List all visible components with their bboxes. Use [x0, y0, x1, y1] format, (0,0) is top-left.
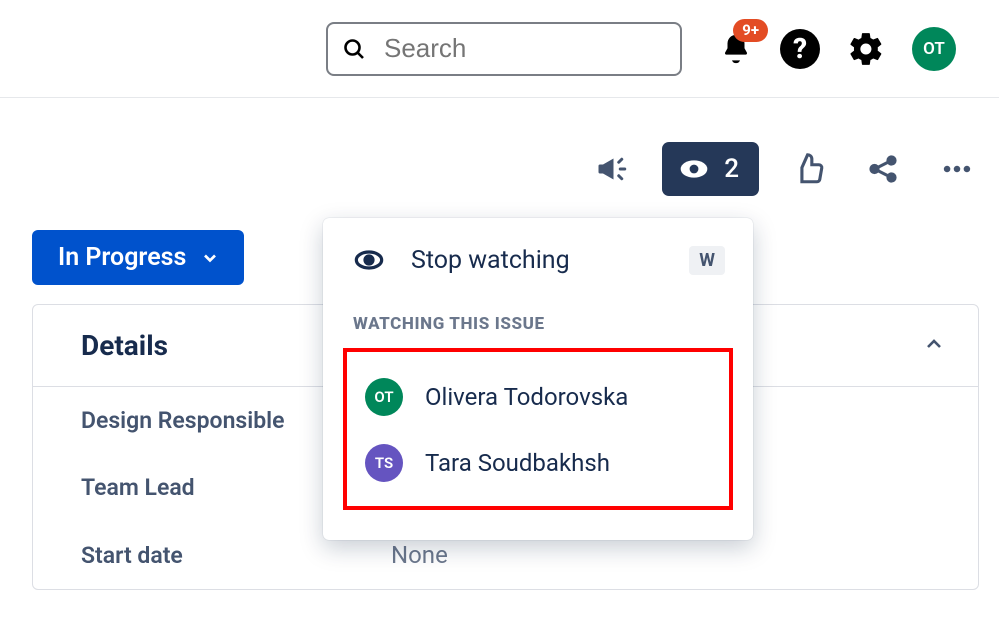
help-icon: ?: [780, 29, 820, 69]
status-dropdown[interactable]: In Progress: [32, 230, 244, 285]
more-icon: [940, 152, 974, 186]
avatar[interactable]: OT: [912, 27, 956, 71]
top-bar: 9+ ? OT: [0, 0, 999, 98]
field-value: None: [391, 541, 448, 569]
feedback-button[interactable]: [588, 145, 636, 193]
details-title: Details: [81, 329, 168, 362]
chevron-up-icon: [922, 332, 946, 360]
chevron-down-icon: [200, 248, 220, 268]
watch-count: 2: [724, 154, 739, 184]
avatar: TS: [365, 444, 403, 482]
stop-watching-button[interactable]: Stop watching W: [323, 218, 753, 304]
watchers-section-title: WATCHING THIS ISSUE: [323, 304, 753, 340]
watcher-name: Olivera Todorovska: [425, 383, 628, 411]
watcher-name: Tara Soudbakhsh: [425, 449, 610, 477]
watcher-item[interactable]: TS Tara Soudbakhsh: [357, 430, 717, 496]
watchers-popover: Stop watching W WATCHING THIS ISSUE OT O…: [323, 218, 753, 540]
issue-actions: 2: [588, 142, 981, 196]
stop-watching-label: Stop watching: [411, 246, 689, 275]
thumbs-up-icon: [792, 152, 826, 186]
avatar: OT: [365, 378, 403, 416]
field-label: Start date: [81, 542, 391, 569]
eye-icon: [353, 244, 385, 276]
search-icon: [342, 37, 366, 61]
settings-button[interactable]: [846, 29, 886, 69]
search-field[interactable]: [326, 22, 682, 76]
share-icon: [866, 152, 900, 186]
vote-button[interactable]: [785, 145, 833, 193]
watchers-button[interactable]: 2: [662, 142, 759, 196]
highlight-box: OT Olivera Todorovska TS Tara Soudbakhsh: [343, 348, 733, 510]
more-actions-button[interactable]: [933, 145, 981, 193]
gear-icon: [847, 30, 885, 68]
megaphone-icon: [594, 151, 630, 187]
share-button[interactable]: [859, 145, 907, 193]
notifications-button[interactable]: 9+: [718, 31, 754, 67]
shortcut-badge: W: [689, 246, 725, 275]
search-input[interactable]: [382, 32, 666, 65]
watcher-item[interactable]: OT Olivera Todorovska: [357, 364, 717, 430]
status-label: In Progress: [58, 243, 186, 272]
help-button[interactable]: ?: [780, 29, 820, 69]
notifications-badge: 9+: [733, 19, 768, 42]
eye-icon: [678, 153, 710, 185]
